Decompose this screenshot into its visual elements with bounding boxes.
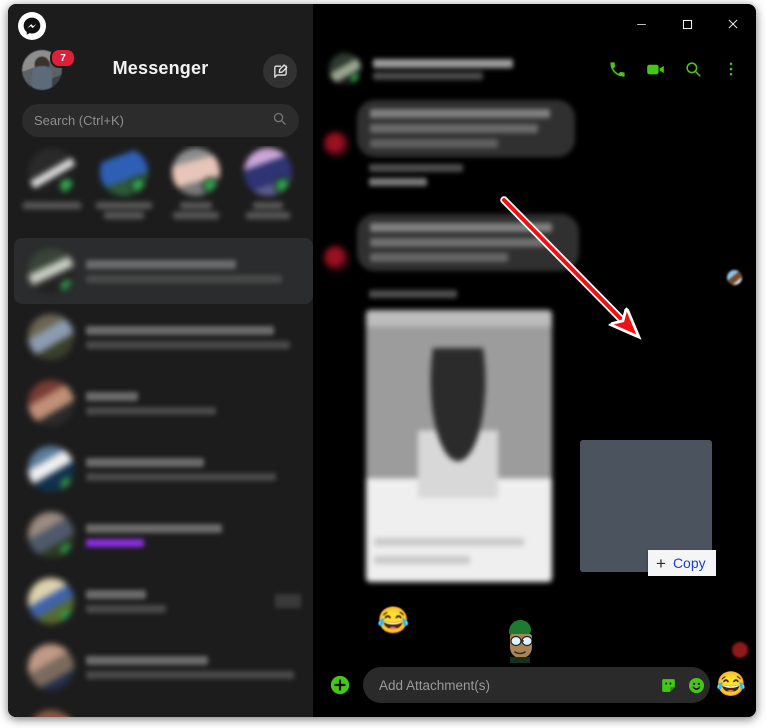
contact-story-item[interactable] (232, 146, 304, 234)
avatar (28, 644, 74, 690)
plus-circle-icon[interactable] (327, 672, 353, 698)
message-thread: 😂 (313, 92, 756, 664)
online-indicator (351, 74, 361, 84)
conversation-text (86, 655, 305, 679)
conversation-text (86, 589, 275, 613)
list-item[interactable] (14, 370, 313, 436)
image-attachment[interactable] (366, 310, 552, 582)
more-options-icon[interactable] (714, 52, 748, 86)
contact-story-item[interactable] (16, 146, 88, 234)
avatar (244, 148, 292, 196)
conversation-text (86, 391, 305, 415)
conversation-text (86, 457, 305, 481)
contact-story-item[interactable] (160, 146, 232, 234)
sticker-icon[interactable] (654, 676, 682, 695)
message-meta (369, 164, 463, 186)
message-bubble[interactable] (357, 214, 579, 271)
avatar (100, 148, 148, 196)
online-indicator (202, 177, 219, 194)
avatar (28, 512, 74, 558)
list-item[interactable] (14, 634, 313, 700)
quick-reaction-button[interactable]: 😂 (716, 673, 746, 697)
online-indicator (58, 177, 75, 194)
avatar (172, 148, 220, 196)
contact-name (237, 202, 299, 224)
online-indicator (61, 544, 74, 557)
conversation-list (14, 238, 313, 717)
compose-pencil-icon[interactable] (263, 54, 297, 88)
app-root: 7 Messenger Search (Ctrl+K) 😂 Add Attach… (0, 0, 766, 728)
message-row (323, 214, 579, 271)
copy-label: Copy (672, 555, 706, 571)
avatar (28, 380, 74, 426)
avatar (28, 578, 74, 624)
list-item[interactable] (14, 502, 313, 568)
avatar[interactable] (329, 53, 361, 85)
close-icon[interactable] (710, 9, 756, 39)
avatar (28, 446, 74, 492)
contact-name (93, 202, 155, 224)
conversation-text (86, 259, 305, 283)
list-item[interactable] (14, 304, 313, 370)
avatar (28, 148, 76, 196)
search-icon (272, 111, 287, 131)
message-row (323, 100, 575, 157)
online-indicator (61, 478, 74, 491)
sidebar-profile-row: 7 Messenger (8, 46, 313, 94)
video-call-icon[interactable] (638, 52, 672, 86)
message-composer: 😂 (313, 653, 756, 717)
message-reaction[interactable]: 😂 (377, 607, 409, 633)
list-item[interactable] (14, 238, 313, 304)
window-titlebar (313, 4, 756, 44)
active-contacts-strip (16, 146, 313, 234)
message-input[interactable] (363, 677, 655, 693)
message-meta (369, 290, 457, 298)
conversation-timestamp (275, 594, 301, 608)
search-box[interactable] (22, 104, 299, 137)
contact-name (21, 202, 83, 224)
contact-name (165, 202, 227, 224)
list-item[interactable] (14, 436, 313, 502)
search-input[interactable] (22, 113, 272, 128)
list-item[interactable] (14, 700, 313, 717)
chat-header (313, 46, 756, 92)
chat-pane: 😂 Add Attachment(s) 😂 + Copy (313, 4, 756, 717)
photo-subject (418, 348, 498, 498)
avatar (28, 314, 74, 360)
avatar (28, 248, 74, 294)
chat-contact-name (373, 58, 541, 80)
list-item[interactable] (14, 568, 313, 634)
message-input-wrapper[interactable] (363, 667, 711, 703)
avatar (323, 131, 349, 157)
avatar (323, 245, 349, 271)
online-indicator (61, 280, 74, 293)
conversation-text (86, 523, 305, 547)
plus-icon: + (656, 553, 666, 573)
message-bubble[interactable] (357, 100, 575, 157)
conversation-text (86, 325, 305, 349)
messenger-logo-icon (18, 12, 46, 40)
minimize-icon[interactable] (618, 9, 664, 39)
sidebar: 7 Messenger (8, 4, 313, 717)
copy-drop-tooltip: + Copy (648, 550, 716, 576)
contact-story-item[interactable] (88, 146, 160, 234)
messenger-window: 7 Messenger Search (Ctrl+K) 😂 Add Attach… (8, 4, 756, 717)
avatar (28, 710, 74, 717)
read-receipt-avatar (727, 270, 742, 285)
online-indicator (61, 610, 74, 623)
chat-header-actions (600, 52, 748, 86)
search-icon[interactable] (676, 52, 710, 86)
maximize-icon[interactable] (664, 9, 710, 39)
online-indicator (274, 177, 291, 194)
online-indicator (130, 177, 147, 194)
voice-call-icon[interactable] (600, 52, 634, 86)
emoji-smiley-icon[interactable] (682, 676, 710, 695)
